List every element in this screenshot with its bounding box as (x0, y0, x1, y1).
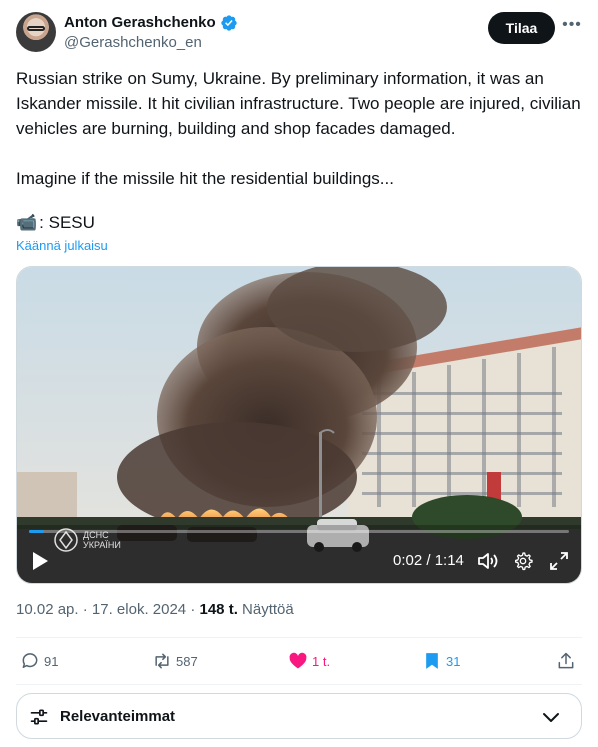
bookmark-button[interactable]: 31 (422, 648, 460, 674)
translate-link[interactable]: Käännä julkaisu (16, 238, 108, 253)
more-options-icon[interactable]: ••• (562, 16, 582, 40)
heart-filled-icon (289, 652, 307, 669)
tweet-meta: 10.02 ap. · 17. elok. 2024 · 148 t. Näyt… (16, 601, 294, 618)
share-icon (558, 652, 574, 669)
fullscreen-icon[interactable] (549, 551, 569, 571)
video-player[interactable]: ДСНС УКРАЇНИ 0:02 / 1:14 (16, 266, 582, 584)
views-label: Näyttöä (242, 601, 294, 618)
tweet-time[interactable]: 10.02 ap. (16, 601, 79, 618)
tweet-text: Russian strike on Sumy, Ukraine. By prel… (16, 69, 581, 188)
repost-count: 587 (176, 653, 198, 669)
avatar[interactable] (16, 12, 56, 52)
play-icon[interactable] (31, 551, 49, 571)
meta-separator: · (82, 601, 88, 618)
bookmark-filled-icon (426, 653, 438, 669)
repost-icon (155, 653, 169, 669)
credit-text: : SESU (39, 213, 95, 232)
video-time: 0:02 / 1:14 (393, 552, 464, 569)
bookmark-count: 31 (446, 653, 461, 669)
author-display-name[interactable]: Anton Gerashchenko (64, 13, 238, 33)
reply-sort-dropdown[interactable]: Relevanteimmat (16, 693, 582, 739)
views-count: 148 t. (199, 601, 238, 618)
verified-badge-icon (221, 15, 237, 31)
display-name-text[interactable]: Anton Gerashchenko (64, 13, 216, 33)
author-names: Anton Gerashchenko @Gerashchenko_en (64, 13, 238, 53)
reply-count: 91 (44, 653, 59, 669)
reply-icon (22, 653, 38, 668)
like-count: 1 t. (312, 653, 331, 669)
divider (16, 684, 582, 685)
tweet-date[interactable]: 17. elok. 2024 (92, 601, 186, 618)
action-bar: 91 587 1 t. 31 (16, 648, 582, 674)
reply-button[interactable]: 91 (20, 648, 58, 674)
settings-gear-icon[interactable] (513, 551, 533, 571)
tweet-header: Anton Gerashchenko @Gerashchenko_en Tila… (16, 12, 582, 56)
sort-label: Relevanteimmat (60, 708, 176, 725)
divider (16, 637, 582, 638)
share-button[interactable] (556, 648, 576, 674)
sliders-icon (30, 709, 48, 725)
chevron-down-icon (543, 713, 559, 722)
video-progress-bar[interactable] (29, 530, 569, 533)
video-credit: 📹 : SESU (16, 210, 95, 235)
volume-icon[interactable] (477, 551, 499, 571)
video-camera-icon: 📹 (16, 213, 38, 232)
video-controls: 0:02 / 1:14 (17, 539, 581, 583)
follow-button[interactable]: Tilaa (488, 12, 555, 44)
video-progress-fill (29, 530, 44, 533)
repost-button[interactable]: 587 (152, 648, 198, 674)
like-button[interactable]: 1 t. (288, 648, 330, 674)
meta-separator-2: · (190, 601, 196, 618)
author-handle[interactable]: @Gerashchenko_en (64, 33, 238, 53)
